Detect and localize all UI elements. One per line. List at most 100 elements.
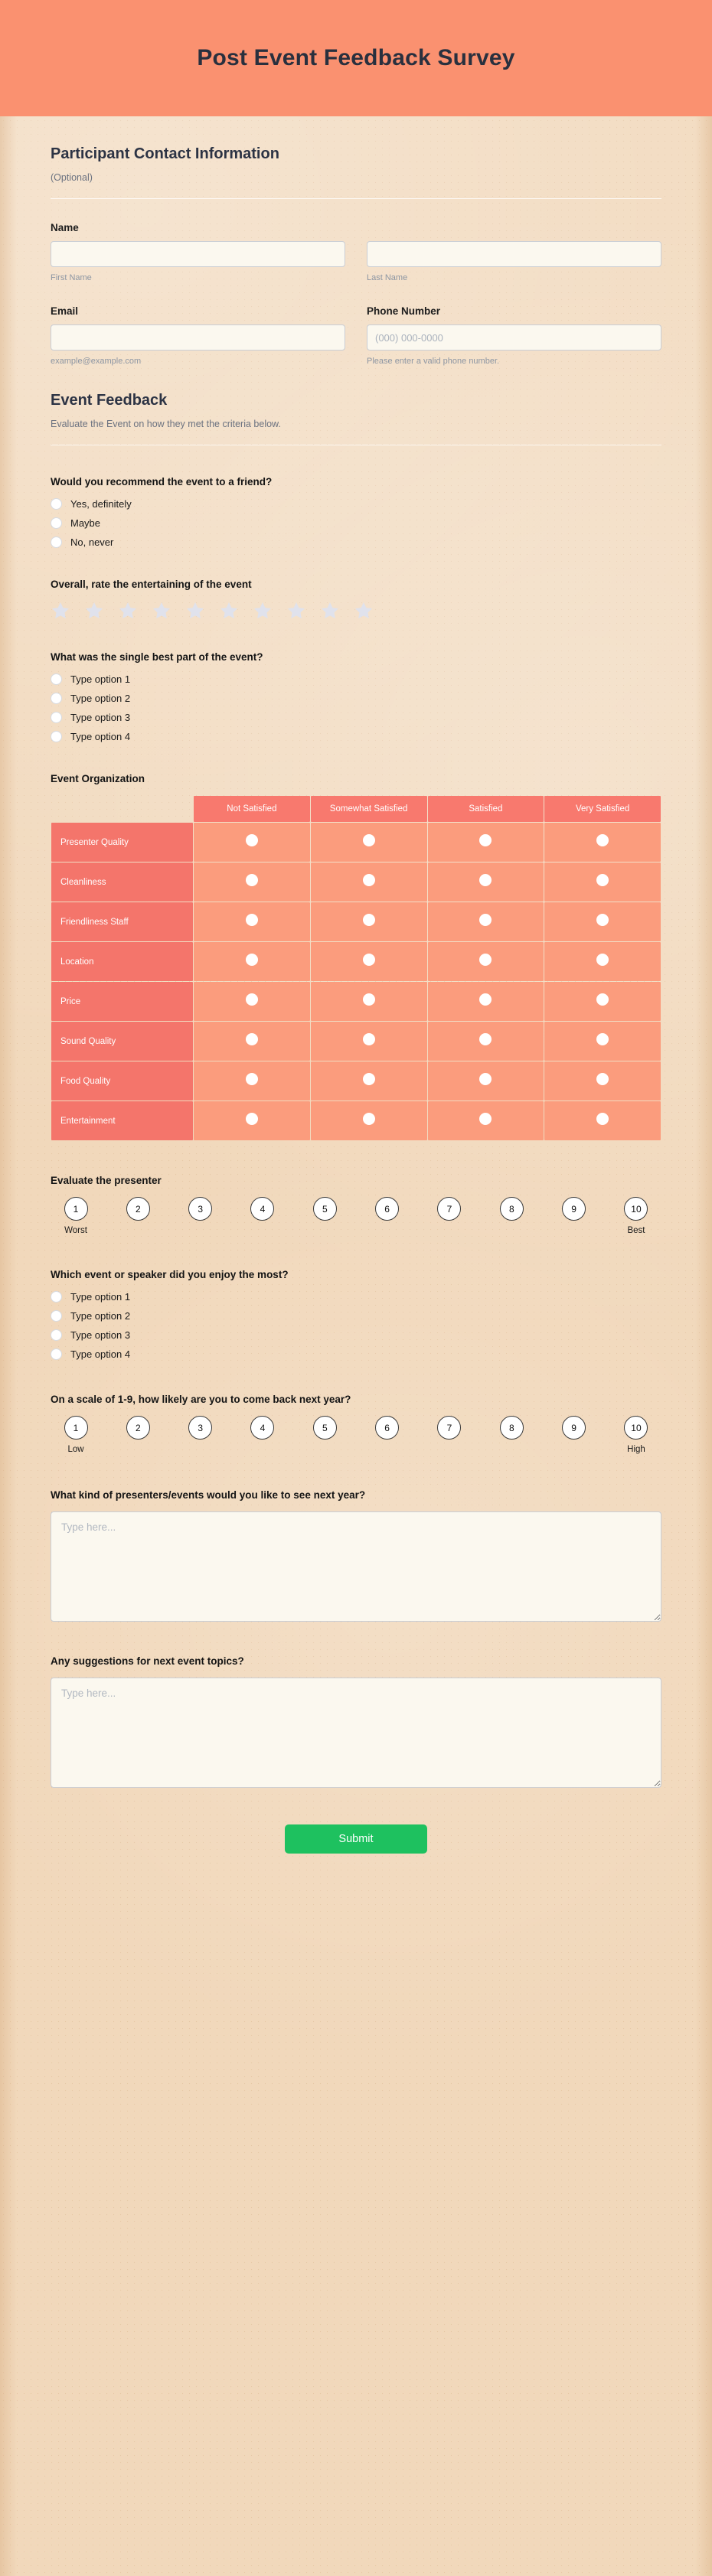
presenter-scale-item-9[interactable]: 9	[549, 1197, 599, 1221]
radio-icon[interactable]	[51, 1291, 62, 1303]
comeback-scale-item-5[interactable]: 5	[299, 1416, 350, 1440]
presenter-scale-circle-9[interactable]: 9	[562, 1197, 586, 1221]
radio-icon[interactable]	[362, 834, 375, 846]
presenter-scale-item-4[interactable]: 4	[237, 1197, 288, 1221]
best-part-option-1[interactable]: Type option 1	[51, 673, 661, 685]
presenter-scale-circle-8[interactable]: 8	[499, 1197, 524, 1221]
star-icon[interactable]	[219, 601, 239, 621]
presenter-scale-circle-2[interactable]: 2	[126, 1197, 150, 1221]
presenter-scale-item-3[interactable]: 3	[175, 1197, 226, 1221]
recommend-option-2[interactable]: Maybe	[51, 517, 661, 529]
suggestions-textarea[interactable]	[51, 1678, 661, 1788]
star-rating-widget[interactable]	[51, 601, 661, 621]
radio-icon[interactable]	[596, 1033, 609, 1045]
presenter-scale-item-5[interactable]: 5	[299, 1197, 350, 1221]
radio-icon[interactable]	[479, 1073, 492, 1085]
recommend-option-3[interactable]: No, never	[51, 536, 661, 548]
best-part-option-2[interactable]: Type option 2	[51, 693, 661, 704]
radio-icon[interactable]	[362, 1073, 375, 1085]
matrix-cell-r2-c4[interactable]	[544, 862, 661, 902]
star-icon[interactable]	[354, 601, 374, 621]
comeback-scale-item-8[interactable]: 8	[486, 1416, 537, 1440]
radio-icon[interactable]	[479, 993, 492, 1006]
presenter-scale-circle-4[interactable]: 4	[250, 1197, 275, 1221]
presenter-scale-item-2[interactable]: 2	[113, 1197, 163, 1221]
radio-icon[interactable]	[479, 1113, 492, 1125]
presenter-scale-item-8[interactable]: 8	[486, 1197, 537, 1221]
radio-icon[interactable]	[362, 1033, 375, 1045]
comeback-scale-circle-9[interactable]: 9	[562, 1416, 586, 1440]
matrix-cell-r8-c4[interactable]	[544, 1101, 661, 1140]
presenter-scale-circle-6[interactable]: 6	[375, 1197, 400, 1221]
radio-icon[interactable]	[245, 1113, 258, 1125]
radio-icon[interactable]	[51, 712, 62, 723]
matrix-cell-r6-c4[interactable]	[544, 1022, 661, 1061]
matrix-cell-r8-c1[interactable]	[194, 1101, 310, 1140]
best-part-option-4[interactable]: Type option 4	[51, 731, 661, 742]
radio-icon[interactable]	[51, 536, 62, 548]
comeback-scale-circle-6[interactable]: 6	[375, 1416, 400, 1440]
matrix-cell-r6-c2[interactable]	[310, 1022, 427, 1061]
matrix-cell-r1-c1[interactable]	[194, 823, 310, 862]
radio-icon[interactable]	[362, 993, 375, 1006]
best-part-option-3[interactable]: Type option 3	[51, 712, 661, 723]
star-icon[interactable]	[118, 601, 138, 621]
enjoy-most-option-2[interactable]: Type option 2	[51, 1310, 661, 1322]
presenter-scale-item-10[interactable]: 10	[611, 1197, 661, 1221]
submit-button[interactable]: Submit	[285, 1824, 427, 1854]
recommend-option-1[interactable]: Yes, definitely	[51, 498, 661, 510]
presenter-scale-circle-7[interactable]: 7	[437, 1197, 462, 1221]
comeback-scale-circle-7[interactable]: 7	[437, 1416, 462, 1440]
comeback-scale-item-3[interactable]: 3	[175, 1416, 226, 1440]
radio-icon[interactable]	[362, 874, 375, 886]
radio-icon[interactable]	[51, 1329, 62, 1341]
matrix-cell-r5-c4[interactable]	[544, 982, 661, 1021]
comeback-scale-circle-5[interactable]: 5	[312, 1416, 337, 1440]
radio-icon[interactable]	[245, 834, 258, 846]
presenter-scale-item-6[interactable]: 6	[362, 1197, 413, 1221]
matrix-cell-r8-c3[interactable]	[427, 1101, 544, 1140]
radio-icon[interactable]	[362, 954, 375, 966]
radio-icon[interactable]	[51, 693, 62, 704]
matrix-cell-r7-c2[interactable]	[310, 1061, 427, 1101]
radio-icon[interactable]	[245, 874, 258, 886]
matrix-cell-r6-c3[interactable]	[427, 1022, 544, 1061]
matrix-cell-r5-c1[interactable]	[194, 982, 310, 1021]
radio-icon[interactable]	[596, 914, 609, 926]
radio-icon[interactable]	[479, 1033, 492, 1045]
radio-icon[interactable]	[245, 1033, 258, 1045]
radio-icon[interactable]	[51, 1310, 62, 1322]
comeback-scale-circle-1[interactable]: 1	[64, 1416, 88, 1440]
matrix-cell-r3-c3[interactable]	[427, 902, 544, 941]
radio-icon[interactable]	[245, 993, 258, 1006]
radio-icon[interactable]	[479, 874, 492, 886]
comeback-scale-circle-3[interactable]: 3	[188, 1416, 213, 1440]
matrix-cell-r4-c2[interactable]	[310, 942, 427, 981]
matrix-cell-r2-c3[interactable]	[427, 862, 544, 902]
matrix-cell-r1-c4[interactable]	[544, 823, 661, 862]
matrix-cell-r5-c2[interactable]	[310, 982, 427, 1021]
matrix-cell-r3-c1[interactable]	[194, 902, 310, 941]
radio-icon[interactable]	[596, 993, 609, 1006]
star-icon[interactable]	[152, 601, 171, 621]
comeback-scale-item-4[interactable]: 4	[237, 1416, 288, 1440]
star-icon[interactable]	[286, 601, 306, 621]
radio-icon[interactable]	[362, 1113, 375, 1125]
radio-icon[interactable]	[596, 834, 609, 846]
radio-icon[interactable]	[51, 673, 62, 685]
star-icon[interactable]	[185, 601, 205, 621]
comeback-scale-item-10[interactable]: 10	[611, 1416, 661, 1440]
comeback-scale-item-9[interactable]: 9	[549, 1416, 599, 1440]
comeback-scale-item-1[interactable]: 1	[51, 1416, 101, 1440]
comeback-scale-widget[interactable]: 1 2 3 4 5 6 7 8 9 10	[51, 1416, 661, 1440]
matrix-cell-r3-c4[interactable]	[544, 902, 661, 941]
comeback-scale-circle-8[interactable]: 8	[499, 1416, 524, 1440]
first-name-input[interactable]	[51, 241, 345, 267]
email-input[interactable]	[51, 324, 345, 351]
radio-icon[interactable]	[51, 498, 62, 510]
star-icon[interactable]	[320, 601, 340, 621]
matrix-cell-r4-c4[interactable]	[544, 942, 661, 981]
comeback-scale-circle-10[interactable]: 10	[624, 1416, 648, 1440]
last-name-input[interactable]	[367, 241, 661, 267]
star-icon[interactable]	[51, 601, 70, 621]
